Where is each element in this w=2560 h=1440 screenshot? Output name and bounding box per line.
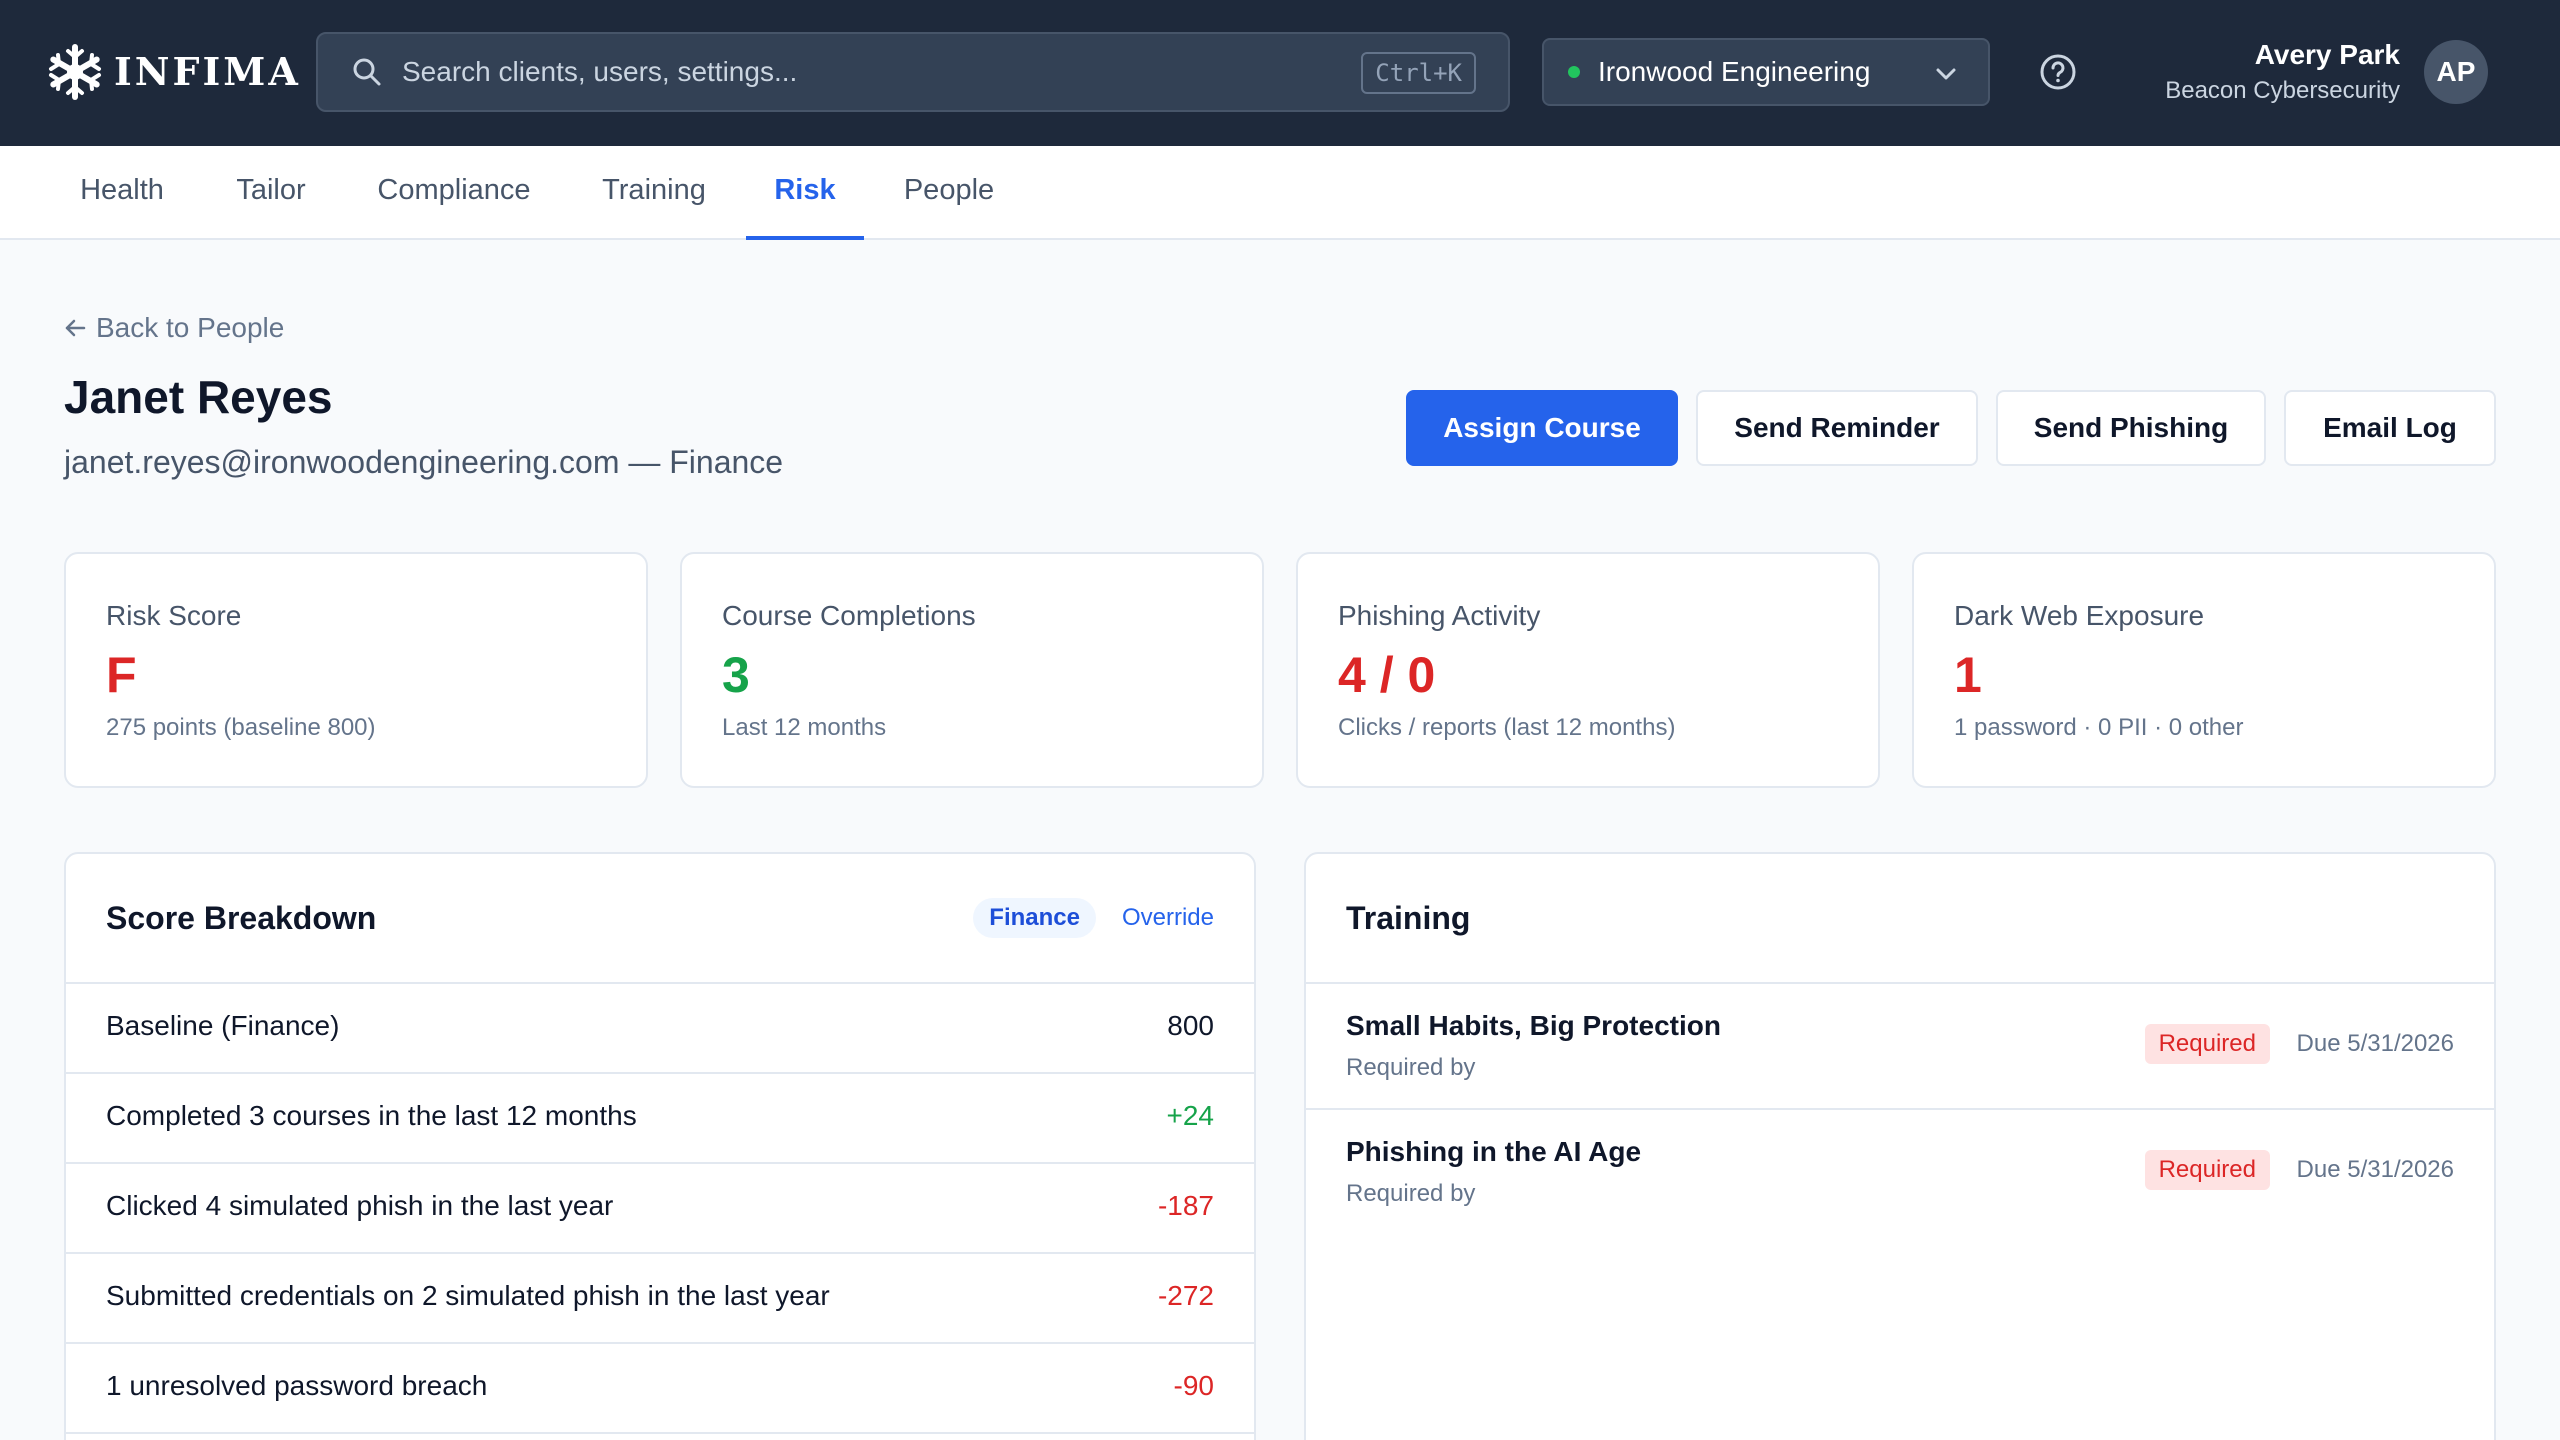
stat-label: Phishing Activity [1338, 600, 1541, 631]
panel-header: Training [1306, 854, 2494, 984]
stat-card-phishing-activity: Phishing Activity 4 / 0 Clicks / reports… [1296, 552, 1880, 788]
send-phishing-button[interactable]: Send Phishing [1996, 390, 2266, 466]
search-shortcut: Ctrl+K [1361, 52, 1476, 94]
help-button[interactable] [2038, 52, 2078, 97]
breakdown-label: Baseline (Finance) [106, 1010, 340, 1041]
department-chip: Finance [973, 898, 1096, 938]
stat-value: 4 / 0 [1338, 647, 1436, 703]
breakdown-value: -90 [1173, 1370, 1214, 1401]
panel-header: Score Breakdown Finance Override [66, 854, 1254, 984]
back-link-label: Back to People [96, 312, 285, 343]
logo[interactable]: INFIMA [46, 42, 301, 102]
stat-value: 3 [722, 647, 750, 703]
tab-people[interactable]: People [876, 146, 1022, 240]
tab-risk[interactable]: Risk [746, 146, 864, 240]
stat-label: Risk Score [106, 600, 242, 631]
user-info[interactable]: Avery Park Beacon Cybersecurity [2165, 36, 2400, 108]
send-reminder-button[interactable]: Send Reminder [1696, 390, 1978, 466]
tab-compliance[interactable]: Compliance [344, 146, 564, 240]
page-title: Janet Reyes [64, 371, 333, 423]
avatar[interactable]: AP [2424, 40, 2488, 104]
tab-training[interactable]: Training [574, 146, 734, 240]
breakdown-label: 1 unresolved password breach [106, 1370, 488, 1401]
user-org: Beacon Cybersecurity [2165, 77, 2400, 104]
breakdown-label: Submitted credentials on 2 simulated phi… [106, 1280, 830, 1311]
course-title: Small Habits, Big Protection [1346, 1010, 1721, 1041]
search-placeholder: Search clients, users, settings... [402, 56, 798, 87]
course-required-by: Required by [1346, 1054, 1476, 1081]
user-name: Avery Park [2254, 39, 2400, 70]
back-to-people-link[interactable]: Back to People [64, 312, 284, 344]
stat-value: 1 [1954, 647, 1982, 703]
tab-health[interactable]: Health [44, 146, 200, 240]
breakdown-row: 1 unresolved password breach -90 [66, 1344, 1254, 1434]
stat-value: F [106, 647, 137, 703]
stat-card-risk-score: Risk Score F 275 points (baseline 800) [64, 552, 648, 788]
help-circle-icon [2040, 54, 2076, 90]
stat-card-dark-web-exposure: Dark Web Exposure 1 1 password · 0 PII ·… [1912, 552, 2496, 788]
panel-title: Score Breakdown [106, 900, 377, 936]
arrow-left-icon [65, 319, 86, 337]
stat-note: 1 password · 0 PII · 0 other [1954, 714, 2244, 741]
stat-label: Course Completions [722, 600, 976, 631]
breakdown-row: Completed 3 courses in the last 12 month… [66, 1074, 1254, 1164]
nav-tabs: Health Tailor Compliance Training Risk P… [0, 146, 2560, 240]
breakdown-row: Baseline (Finance) 800 [66, 984, 1254, 1074]
chevron-down-icon [1936, 68, 1956, 80]
stat-note: 275 points (baseline 800) [106, 714, 376, 741]
search-bar[interactable]: Search clients, users, settings... Ctrl+… [316, 32, 1510, 112]
search-icon [353, 58, 381, 86]
person-subtitle: janet.reyes@ironwoodengineering.com — Fi… [64, 444, 784, 480]
breakdown-value: -187 [1157, 1190, 1214, 1221]
org-selector[interactable]: Ironwood Engineering [1542, 38, 1990, 106]
email-log-button[interactable]: Email Log [2284, 390, 2496, 466]
tab-tailor[interactable]: Tailor [208, 146, 334, 240]
due-date: Due 5/31/2026 [2296, 1030, 2454, 1057]
breakdown-value: +24 [1166, 1100, 1215, 1131]
stat-note: Last 12 months [722, 714, 887, 741]
score-breakdown-panel: Score Breakdown Finance Override Baselin… [64, 852, 1256, 1440]
training-panel: Training Small Habits, Big Protection Re… [1304, 852, 2496, 1440]
status-dot [1568, 66, 1580, 78]
snowflake-logo-icon [49, 44, 101, 100]
panel-title: Training [1346, 900, 1471, 936]
breakdown-row: Submitted credentials on 2 simulated phi… [66, 1254, 1254, 1344]
breakdown-label: Completed 3 courses in the last 12 month… [106, 1100, 637, 1131]
due-date: Due 5/31/2026 [2296, 1156, 2454, 1183]
org-selector-label: Ironwood Engineering [1598, 56, 1871, 87]
stat-label: Dark Web Exposure [1954, 600, 2205, 631]
breakdown-value: -272 [1157, 1280, 1214, 1311]
assign-course-button[interactable]: Assign Course [1406, 390, 1678, 466]
training-item[interactable]: Small Habits, Big Protection Required by… [1306, 984, 2494, 1110]
breakdown-label: Clicked 4 simulated phish in the last ye… [106, 1190, 614, 1221]
course-required-by: Required by [1346, 1180, 1476, 1207]
required-badge: Required [2144, 1150, 2270, 1190]
logo-text: INFIMA [114, 49, 301, 94]
breakdown-value: 800 [1167, 1010, 1214, 1041]
breakdown-row: Clicked 4 simulated phish in the last ye… [66, 1164, 1254, 1254]
stat-card-course-completions: Course Completions 3 Last 12 months [680, 552, 1264, 788]
stat-note: Clicks / reports (last 12 months) [1338, 714, 1676, 741]
course-title: Phishing in the AI Age [1346, 1136, 1642, 1167]
required-badge: Required [2144, 1024, 2270, 1064]
training-item[interactable]: Phishing in the AI Age Required by Requi… [1306, 1110, 2494, 1236]
override-link[interactable]: Override [1122, 904, 1214, 932]
top-bar: INFIMA Search clients, users, settings..… [0, 0, 2560, 146]
